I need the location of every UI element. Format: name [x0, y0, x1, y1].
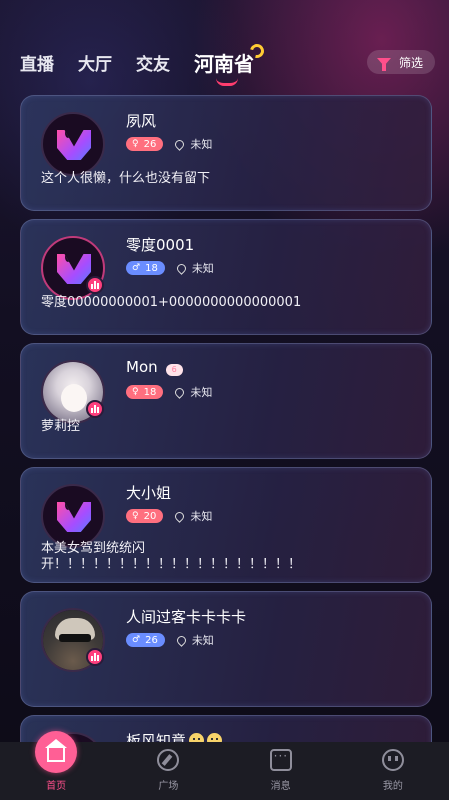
- app-logo-icon: [57, 130, 91, 160]
- location: 未知: [174, 260, 214, 276]
- location-text: 未知: [190, 138, 213, 151]
- level-value: 6: [171, 365, 177, 374]
- user-name: 大小姐: [126, 484, 172, 502]
- location-text: 未知: [190, 510, 213, 523]
- user-name: 零度0001: [126, 236, 195, 254]
- user-card[interactable]: 大小姐 ♀ 20 未知 本美女驾到统统闪开！！！！！！！！！！！！！！！！！！！: [20, 467, 432, 583]
- live-icon: [86, 400, 104, 418]
- app-logo-icon: [57, 502, 91, 532]
- location-text: 未知: [191, 262, 214, 275]
- nav-home[interactable]: 首页: [16, 731, 96, 792]
- user-card[interactable]: 人间过客卡卡卡卡 ♂ 26 未知: [20, 591, 432, 707]
- location-pin-icon: [174, 633, 188, 647]
- location: 未知: [173, 508, 213, 524]
- user-meta: ♂ 18 未知: [126, 260, 214, 276]
- age-value: 18: [145, 262, 158, 274]
- app-logo-icon: [57, 254, 91, 284]
- age-badge: ♂ 18: [126, 261, 165, 275]
- user-name-row: Mon 6: [126, 358, 183, 376]
- live-icon: [86, 648, 104, 666]
- nav-home-label: 首页: [46, 781, 67, 792]
- user-bio: 萝莉控: [41, 419, 81, 434]
- user-bio: 本美女驾到统统闪开！！！！！！！！！！！！！！！！！！！: [41, 541, 302, 572]
- user-meta: ♂ 26 未知: [126, 632, 214, 648]
- funnel-icon: [376, 58, 391, 71]
- age-badge: ♀ 18: [126, 385, 164, 399]
- profile-icon: [381, 749, 404, 771]
- avatar[interactable]: [41, 112, 105, 176]
- nav-profile[interactable]: 我的: [353, 749, 433, 792]
- user-bio: 零度00000000001+0000000000000001: [41, 295, 302, 310]
- male-icon: ♂: [132, 635, 141, 645]
- user-card[interactable]: Mon 6 ♀ 18 未知 萝莉控: [20, 343, 432, 459]
- top-nav: 直播 大厅 交友 河南省 筛选: [20, 40, 435, 86]
- location-pin-icon: [173, 509, 187, 523]
- location-text: 未知: [190, 386, 213, 399]
- tab-henan-label: 河南省: [194, 51, 254, 76]
- avatar[interactable]: [41, 484, 105, 548]
- user-list: 夙风 ♀ 26 未知 这个人很懒，什么也没有留下 零度0001 ♂ 18 未知 零度…: [20, 95, 432, 796]
- age-badge: ♂ 26: [126, 633, 165, 647]
- age-value: 26: [143, 138, 157, 150]
- user-name: 夙风: [126, 112, 157, 130]
- location-text: 未知: [191, 634, 214, 647]
- chat-icon: [269, 749, 292, 771]
- user-name: 人间过客卡卡卡卡: [126, 608, 247, 626]
- user-card[interactable]: 零度0001 ♂ 18 未知 零度00000000001+000000000000…: [20, 219, 432, 335]
- age-badge: ♀ 20: [126, 509, 164, 523]
- user-bio: 这个人很懒，什么也没有留下: [41, 171, 211, 186]
- bottom-nav: 首页 广场 消息 我的: [0, 731, 449, 800]
- filter-button[interactable]: 筛选: [366, 50, 435, 74]
- level-badge: 6: [165, 363, 183, 376]
- female-icon: ♀: [132, 511, 139, 521]
- tab-friends[interactable]: 交友: [136, 50, 170, 75]
- tab-live[interactable]: 直播: [20, 50, 54, 75]
- live-icon: [86, 276, 104, 294]
- user-meta: ♀ 18 未知: [126, 384, 212, 400]
- user-card[interactable]: 夙风 ♀ 26 未知 这个人很懒，什么也没有留下: [20, 95, 432, 211]
- tab-hall[interactable]: 大厅: [78, 50, 112, 75]
- user-meta: ♀ 20 未知: [126, 508, 212, 524]
- age-value: 20: [143, 510, 157, 522]
- user-meta: ♀ 26 未知: [126, 136, 212, 152]
- age-value: 26: [145, 634, 158, 646]
- age-badge: ♀ 26: [126, 137, 164, 151]
- tab-henan[interactable]: 河南省: [194, 40, 267, 86]
- nav-profile-label: 我的: [382, 781, 403, 792]
- age-value: 18: [143, 386, 157, 398]
- female-icon: ♀: [132, 139, 139, 149]
- location: 未知: [173, 136, 213, 152]
- user-name: Mon: [126, 358, 158, 376]
- nav-square[interactable]: 广场: [128, 749, 208, 792]
- location: 未知: [174, 632, 214, 648]
- location-pin-icon: [174, 261, 188, 275]
- location-pin-icon: [173, 137, 187, 151]
- home-icon: [35, 731, 78, 773]
- nav-square-label: 广场: [158, 781, 179, 792]
- male-icon: ♂: [132, 263, 141, 273]
- filter-label: 筛选: [398, 55, 423, 70]
- female-icon: ♀: [132, 387, 139, 397]
- location-pin-icon: [173, 385, 187, 399]
- location: 未知: [173, 384, 213, 400]
- compass-icon: [157, 749, 180, 771]
- nav-messages-label: 消息: [270, 781, 291, 792]
- nav-messages[interactable]: 消息: [241, 749, 321, 792]
